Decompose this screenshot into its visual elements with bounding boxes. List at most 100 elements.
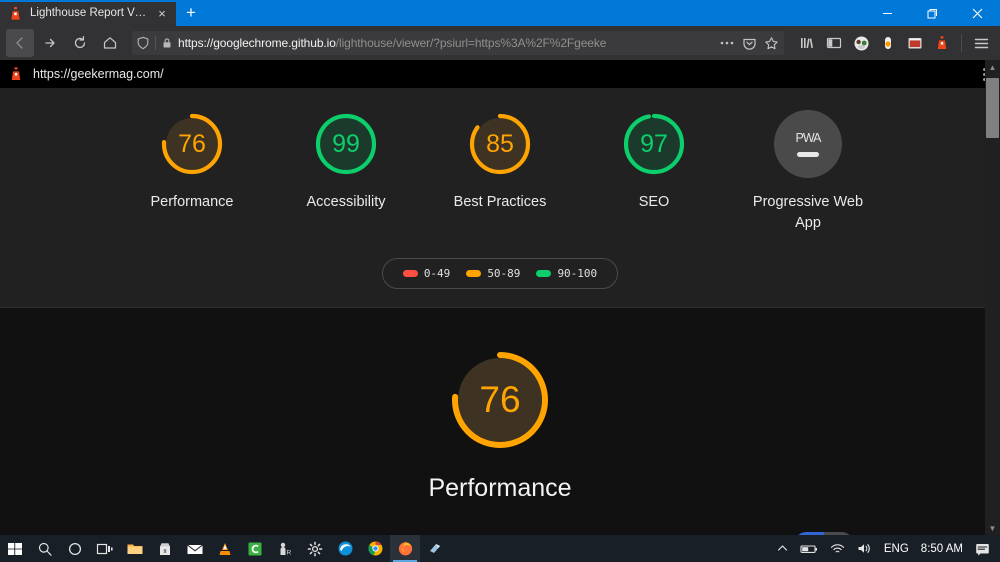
gauge-performance[interactable]: 76 Performance bbox=[132, 110, 252, 213]
score-gauges: 76 Performance 99 Accessibility 85 Best … bbox=[0, 110, 1000, 234]
wifi-icon[interactable] bbox=[824, 535, 851, 562]
legend-swatch-green bbox=[536, 270, 552, 278]
lighthouse-icon bbox=[8, 6, 23, 21]
edge-icon[interactable] bbox=[330, 535, 360, 562]
report-url-header: https://geekermag.com/ bbox=[0, 60, 1000, 88]
url-path: /lighthouse/viewer/?psiurl=https%3A%2F%2… bbox=[335, 36, 607, 50]
back-arrow-icon[interactable] bbox=[6, 29, 34, 57]
action-center-icon[interactable] bbox=[969, 535, 996, 562]
window-controls bbox=[865, 0, 1000, 26]
gauge-value: 76 bbox=[178, 129, 206, 158]
gauge-seo[interactable]: 97 SEO bbox=[594, 110, 714, 213]
pwa-label: PWA bbox=[795, 131, 821, 145]
audited-url: https://geekermag.com/ bbox=[33, 67, 164, 81]
menu-hamburger-icon[interactable] bbox=[968, 29, 994, 57]
gauge-best-practices[interactable]: 85 Best Practices bbox=[440, 110, 560, 213]
microsoft-store-icon[interactable] bbox=[150, 535, 180, 562]
extension-monkey-icon[interactable] bbox=[848, 29, 874, 57]
firefox-icon[interactable] bbox=[390, 535, 420, 562]
pwa-badge: PWA bbox=[774, 110, 842, 178]
clock[interactable]: 8:50 AM bbox=[915, 543, 969, 555]
search-icon[interactable] bbox=[30, 535, 60, 562]
gauge-ring: 97 bbox=[620, 110, 688, 178]
mail-icon[interactable] bbox=[180, 535, 210, 562]
ellipsis-icon[interactable] bbox=[718, 33, 736, 53]
show-hidden-icons[interactable] bbox=[771, 535, 794, 562]
browser-window: Lighthouse Report Viewer × + bbox=[0, 0, 1000, 562]
toolbar-divider bbox=[961, 34, 962, 52]
extension-grid-icon[interactable] bbox=[902, 29, 928, 57]
svg-text:R: R bbox=[287, 549, 292, 556]
browser-tab[interactable]: Lighthouse Report Viewer × bbox=[0, 0, 176, 26]
performance-section: 76 Performance Metrics bbox=[0, 308, 1000, 535]
scroll-down-arrow-icon[interactable]: ▼ bbox=[989, 521, 997, 535]
ccleaner-icon[interactable] bbox=[240, 535, 270, 562]
url-scheme: https:// bbox=[178, 36, 214, 50]
tab-close-icon[interactable]: × bbox=[154, 5, 170, 21]
url-actions bbox=[718, 33, 780, 53]
navigation-toolbar: https://googlechrome.github.io/lighthous… bbox=[0, 26, 1000, 60]
page-content: https://geekermag.com/ 76 Performance 99… bbox=[0, 60, 1000, 535]
page-scrollbar[interactable]: ▲ ▼ bbox=[985, 60, 1000, 535]
file-explorer-icon[interactable] bbox=[120, 535, 150, 562]
gauge-label: SEO bbox=[638, 194, 670, 210]
legend-range: 50-89 bbox=[487, 267, 521, 281]
gauge-label: Progressive Web App bbox=[752, 194, 864, 232]
volume-icon[interactable] bbox=[851, 535, 878, 562]
system-tray: ENG 8:50 AM bbox=[771, 535, 1000, 562]
gauge-accessibility[interactable]: 99 Accessibility bbox=[286, 110, 406, 213]
main-gauge-value: 76 bbox=[479, 379, 521, 421]
new-tab-button[interactable]: + bbox=[176, 0, 206, 26]
main-gauge: 76 Performance bbox=[0, 346, 1000, 503]
legend-swatch-red bbox=[402, 270, 418, 278]
task-view-icon[interactable] bbox=[90, 535, 120, 562]
pocket-icon[interactable] bbox=[740, 33, 758, 53]
gauge-label: Accessibility bbox=[306, 194, 386, 210]
home-icon[interactable] bbox=[96, 29, 124, 57]
cortana-icon[interactable] bbox=[60, 535, 90, 562]
url-host: googlechrome.github.io bbox=[213, 36, 336, 50]
gauge-label: Best Practices bbox=[453, 194, 547, 210]
vlc-icon[interactable] bbox=[210, 535, 240, 562]
main-gauge-label: Performance bbox=[428, 474, 572, 503]
shield-icon[interactable] bbox=[136, 36, 150, 50]
legend-range: 0-49 bbox=[423, 267, 451, 281]
close-icon[interactable] bbox=[955, 0, 1000, 26]
legend-item-pass: 90-100 bbox=[536, 267, 597, 280]
lighthouse-icon bbox=[8, 66, 24, 82]
lighthouse-extension-icon[interactable] bbox=[929, 29, 955, 57]
gauge-ring: 99 bbox=[312, 110, 380, 178]
taskbar-items: R bbox=[0, 535, 450, 562]
restore-icon[interactable] bbox=[910, 0, 955, 26]
app-icon[interactable] bbox=[420, 535, 450, 562]
gauge-ring: 76 bbox=[158, 110, 226, 178]
score-legend: 0-49 50-89 90-100 bbox=[382, 258, 618, 290]
jr-app-icon[interactable]: R bbox=[270, 535, 300, 562]
gauge-value: 99 bbox=[332, 129, 360, 158]
pwa-dash-icon bbox=[797, 152, 819, 157]
sidebar-icon[interactable] bbox=[821, 29, 847, 57]
minimize-icon[interactable] bbox=[865, 0, 910, 26]
battery-icon[interactable] bbox=[794, 535, 824, 562]
lock-icon[interactable] bbox=[161, 37, 173, 49]
extension-drop-icon[interactable] bbox=[875, 29, 901, 57]
chrome-icon[interactable] bbox=[360, 535, 390, 562]
forward-arrow-icon[interactable] bbox=[36, 29, 64, 57]
scrollbar-thumb[interactable] bbox=[986, 78, 999, 138]
settings-icon[interactable] bbox=[300, 535, 330, 562]
address-bar[interactable]: https://googlechrome.github.io/lighthous… bbox=[132, 31, 784, 55]
gauge-ring: 85 bbox=[466, 110, 534, 178]
url-text[interactable]: https://googlechrome.github.io/lighthous… bbox=[178, 36, 713, 50]
scrollbar-track[interactable] bbox=[985, 74, 1000, 521]
reload-icon[interactable] bbox=[66, 29, 94, 57]
scroll-up-arrow-icon[interactable]: ▲ bbox=[989, 60, 997, 74]
tab-title: Lighthouse Report Viewer bbox=[30, 7, 147, 19]
windows-start-icon[interactable] bbox=[0, 535, 30, 562]
legend-swatch-orange bbox=[466, 270, 482, 278]
gauge-pwa[interactable]: PWA Progressive Web App bbox=[748, 110, 868, 234]
bookmark-star-icon[interactable] bbox=[762, 33, 780, 53]
gauge-value: 97 bbox=[640, 129, 668, 158]
language-indicator[interactable]: ENG bbox=[878, 543, 915, 555]
library-icon[interactable] bbox=[794, 29, 820, 57]
legend-item-fail: 0-49 bbox=[402, 267, 451, 281]
